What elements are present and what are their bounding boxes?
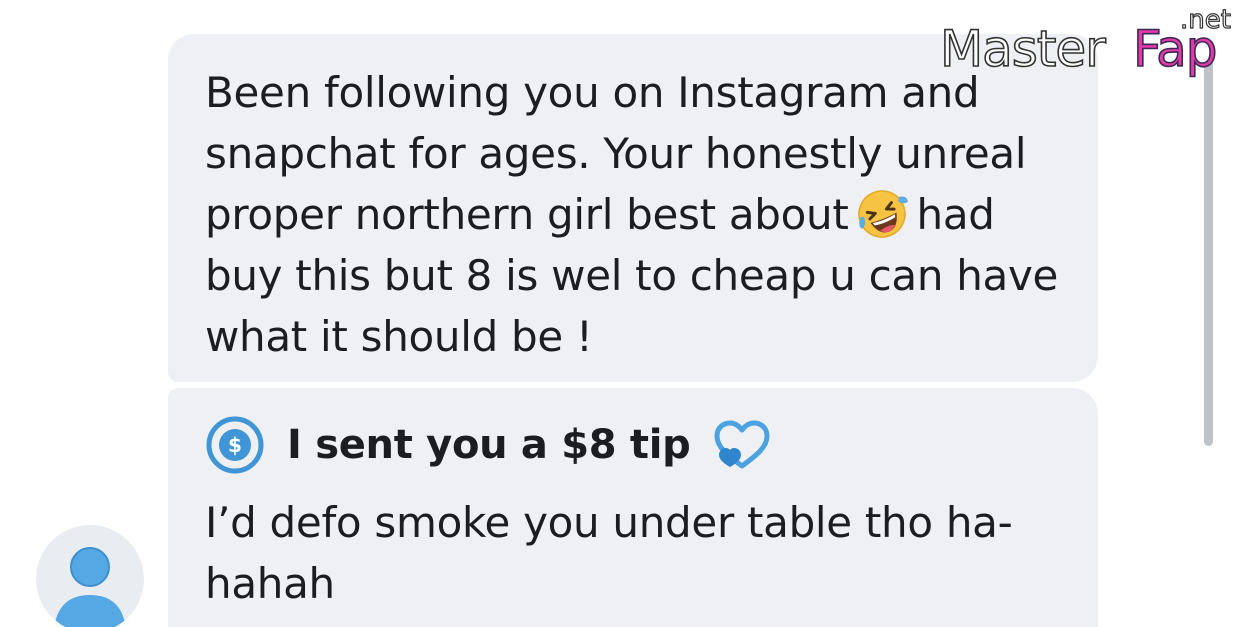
scrollbar[interactable] bbox=[1204, 60, 1213, 446]
message-bubble[interactable]: Been following you on Instagram and snap… bbox=[168, 34, 1098, 382]
svg-text:$: $ bbox=[228, 433, 242, 457]
watermark-brand-master: Master bbox=[940, 20, 1106, 78]
dollar-circle-icon: $ bbox=[206, 416, 264, 474]
tip-label: I sent you a $8 tip bbox=[287, 422, 691, 468]
message-text: I’d defo smoke you under table tho ha- h… bbox=[205, 498, 1013, 608]
tip-message-bubble[interactable]: $ I sent you a $8 tip I’d defo smoke you… bbox=[168, 388, 1098, 627]
tip-row: $ I sent you a $8 tip bbox=[205, 416, 1068, 474]
watermark-logo: .net Master Fap bbox=[940, 4, 1232, 78]
rolling-on-the-floor-laughing-emoji bbox=[857, 190, 908, 238]
watermark-brand-fap: Fap bbox=[1133, 20, 1217, 78]
chat-screen: Been following you on Instagram and snap… bbox=[0, 0, 1242, 627]
heart-icon bbox=[714, 420, 769, 469]
user-avatar-icon bbox=[54, 547, 126, 627]
avatar[interactable] bbox=[36, 525, 144, 627]
message-text: Been following you on Instagram and snap… bbox=[205, 62, 1068, 367]
